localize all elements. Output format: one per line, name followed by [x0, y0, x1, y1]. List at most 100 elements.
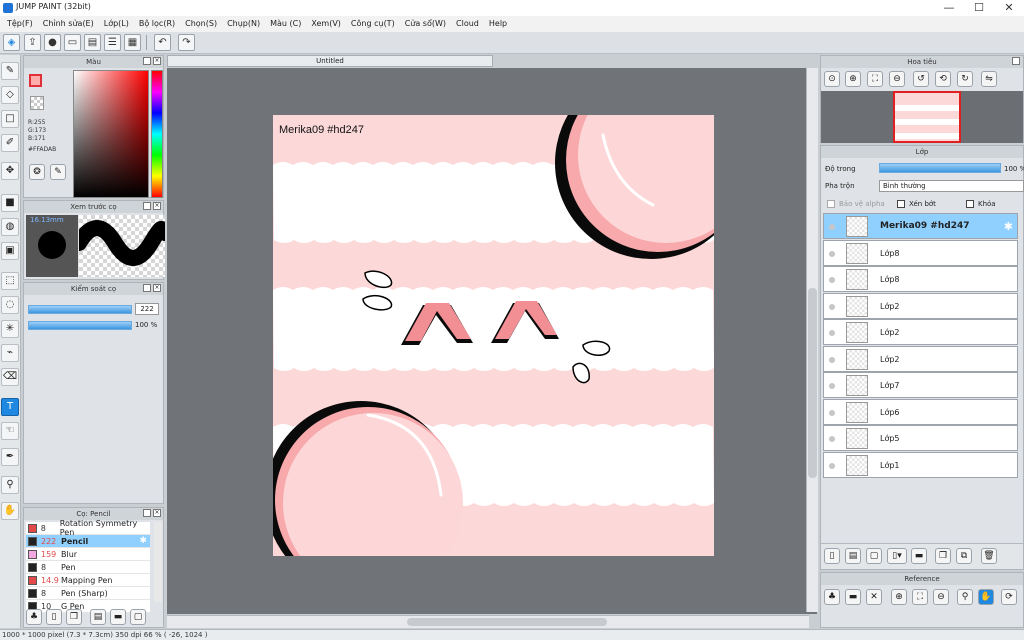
ref-zoom-out-icon[interactable]: ⊖ [933, 589, 949, 605]
ref-add-icon[interactable]: ♣ [824, 589, 840, 605]
new-layer-1bit-icon[interactable]: ▢ [866, 548, 882, 564]
layer-row[interactable]: Lớp8 [823, 266, 1018, 292]
menu-filter[interactable]: Bộ lọc(R) [134, 16, 180, 32]
menu-window[interactable]: Cửa sổ(W) [400, 16, 451, 32]
navigator-preview[interactable] [821, 91, 1023, 143]
brush-item[interactable]: 14.9 Mapping Pen [26, 574, 150, 587]
nav-flip-icon[interactable]: ⇋ [981, 71, 997, 87]
nav-zoom-out-icon[interactable]: ⊖ [889, 71, 905, 87]
delete-layer-icon[interactable]: 🗑 [981, 548, 997, 564]
menu-edit[interactable]: Chỉnh sửa(E) [38, 16, 99, 32]
layer-visibility-icon[interactable] [829, 462, 835, 469]
panel-close-icon[interactable]: × [153, 202, 161, 210]
artwork-canvas[interactable]: Merika09 #hd247 [273, 115, 714, 556]
app-logo-icon[interactable]: ◈ [3, 34, 20, 51]
layer-visibility-icon[interactable] [829, 224, 835, 230]
select-pen-icon[interactable]: ⌁ [1, 344, 19, 362]
nav-zoom-fit-icon[interactable]: ⊙ [824, 71, 840, 87]
nav-rotate-right-icon[interactable]: ↻ [957, 71, 973, 87]
layer-visibility-icon[interactable] [829, 356, 835, 363]
menu-tools[interactable]: Công cụ(T) [346, 16, 400, 32]
transparent-color-swatch[interactable] [30, 96, 44, 110]
navigator-viewport[interactable] [893, 91, 961, 143]
canvas-area[interactable]: Merika09 #hd247 [167, 68, 817, 614]
nav-zoom-in-icon[interactable]: ⊕ [845, 71, 861, 87]
brush-size-slider[interactable] [28, 305, 132, 314]
bucket-fill-icon[interactable]: ◍ [1, 218, 19, 236]
menu-layer[interactable]: Lớp(L) [99, 16, 134, 32]
brush-item[interactable]: 222 Pencil ✱ [26, 535, 150, 548]
nav-fit-window-icon[interactable]: ⛶ [867, 71, 883, 87]
ref-fit-icon[interactable]: ⛶ [912, 589, 928, 605]
ref-zoom-in-icon[interactable]: ⊕ [891, 589, 907, 605]
panel-close-icon[interactable]: × [153, 509, 161, 517]
panel-menu-icon[interactable] [1012, 57, 1020, 65]
layer-row[interactable]: Lớp6 [823, 398, 1018, 425]
new-folder-icon[interactable]: ▬ [911, 548, 927, 564]
minimize-button[interactable]: — [934, 0, 964, 16]
saturation-value-picker[interactable] [73, 70, 149, 198]
layer-visibility-icon[interactable] [829, 436, 835, 442]
canvas-horizontal-scrollbar[interactable] [167, 615, 809, 628]
lasso-icon[interactable]: ◌ [1, 296, 19, 314]
select-rect-icon[interactable]: ⬚ [1, 272, 19, 290]
new-layer-menu-icon[interactable]: ▯▾ [887, 548, 907, 564]
page-icon[interactable]: ▤ [84, 34, 101, 51]
panel-menu-icon[interactable] [143, 284, 151, 292]
protect-alpha-checkbox[interactable] [827, 200, 835, 208]
brush-size-input[interactable]: 222 [135, 303, 159, 315]
brush-opacity-slider[interactable] [28, 321, 132, 330]
brush-new-icon[interactable]: ▯ [46, 609, 62, 625]
nav-rotate-left-icon[interactable]: ↺ [913, 71, 929, 87]
brush-item[interactable]: 8 Rotation Symmetry Pen [26, 519, 150, 537]
menu-help[interactable]: Help [484, 16, 512, 32]
layer-row[interactable]: Lớp7 [823, 372, 1018, 398]
gradient-tool-icon[interactable]: ▣ [1, 242, 19, 260]
ref-eyedropper-icon[interactable]: ⚲ [957, 589, 973, 605]
brush-copy-icon[interactable]: ❐ [66, 609, 82, 625]
layer-settings-gear-icon[interactable]: ✱ [1004, 220, 1013, 233]
layer-row[interactable]: Lớp2 [823, 319, 1018, 345]
panel-close-icon[interactable]: × [153, 57, 161, 65]
layer-row[interactable]: Lớp2 [823, 292, 1018, 319]
merge-layer-icon[interactable]: ⧉ [956, 548, 972, 564]
lock-checkbox[interactable] [966, 200, 974, 208]
nav-reset-rotation-icon[interactable]: ⟲ [935, 71, 951, 87]
copy-layer-icon[interactable]: ❐ [935, 548, 951, 564]
clipping-checkbox[interactable] [897, 200, 905, 208]
panel-menu-icon[interactable] [143, 509, 151, 517]
brush-item[interactable]: 159 Blur [26, 548, 150, 561]
layer-row[interactable]: Lớp5 [823, 425, 1018, 451]
brush-settings-gear-icon[interactable]: ✱ [139, 536, 147, 546]
rectangle-tool-icon[interactable]: □ [1, 110, 19, 128]
brush-add-icon[interactable]: ♣ [26, 609, 42, 625]
layer-row[interactable]: Lớp1 [823, 451, 1018, 478]
ref-hand-icon[interactable]: ✋ [978, 589, 994, 605]
brush-duplicate-icon[interactable]: ▢ [130, 609, 146, 625]
menu-color[interactable]: Màu (C) [265, 16, 306, 32]
select-eraser-icon[interactable]: ⌫ [1, 368, 19, 386]
menu-view[interactable]: Xem(V) [306, 16, 346, 32]
text-tool-icon[interactable]: T [1, 398, 19, 416]
panel-menu-icon[interactable] [143, 57, 151, 65]
brush-item[interactable]: 8 Pen [26, 561, 150, 574]
new-layer-icon[interactable]: ▯ [824, 548, 840, 564]
brush-settings-icon[interactable]: ▤ [90, 609, 106, 625]
magic-wand-icon[interactable]: ✳ [1, 320, 19, 338]
color-mixer-icon[interactable]: ✎ [50, 164, 66, 180]
menu-select[interactable]: Chọn(S) [180, 16, 222, 32]
layer-row[interactable]: Merika09 #hd247 ✱ [823, 213, 1018, 239]
menu-capture[interactable]: Chụp(N) [222, 16, 265, 32]
layer-row[interactable]: Lớp8 [823, 239, 1018, 266]
menu-cloud[interactable]: Cloud [451, 16, 484, 32]
ref-rotate-icon[interactable]: ⟳ [1001, 589, 1017, 605]
redo-icon[interactable]: ↷ [178, 34, 195, 51]
foreground-color-swatch[interactable] [29, 74, 42, 87]
undo-icon[interactable]: ↶ [154, 34, 171, 51]
brush-list-scrollbar[interactable] [154, 522, 162, 602]
document-tab[interactable]: Untitled [167, 55, 493, 67]
hue-slider[interactable] [151, 70, 163, 198]
eraser-tool-icon[interactable]: ◇ [1, 86, 19, 104]
hand-tool-icon[interactable]: ✋ [1, 502, 19, 520]
move-tool-icon[interactable]: ✥ [1, 162, 19, 180]
